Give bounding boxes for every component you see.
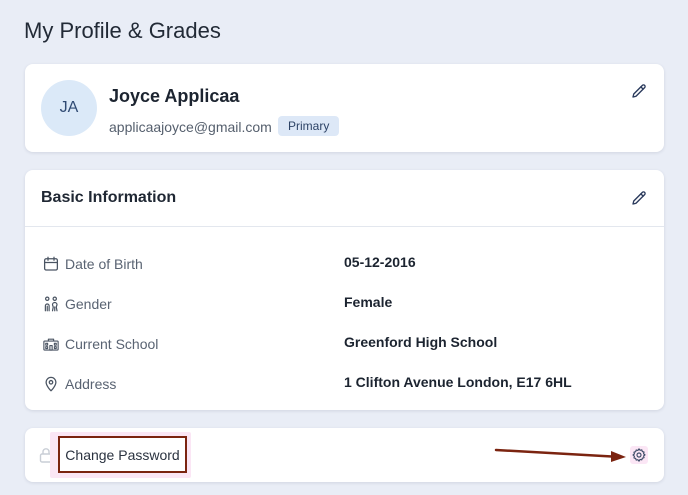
gender-label: Gender <box>65 296 112 312</box>
school-icon <box>42 335 60 353</box>
gear-icon <box>632 448 646 462</box>
edit-profile-button[interactable] <box>628 80 650 102</box>
gender-value: Female <box>344 294 393 310</box>
profile-name: Joyce Applicaa <box>109 86 240 106</box>
current-school-label: Current School <box>65 336 159 352</box>
basic-info-header: Basic Information <box>25 170 664 227</box>
date-of-birth-label: Date of Birth <box>65 256 143 272</box>
info-row-address: Address 1 Clifton Avenue London, E17 6HL <box>25 374 664 398</box>
avatar: JA <box>41 80 97 136</box>
info-row-current-school: Current School Greenford High School <box>25 334 664 358</box>
profile-card: JA Joyce Applicaa applicaajoyce@gmail.co… <box>25 64 664 152</box>
change-password-button[interactable]: Change Password <box>58 436 187 473</box>
location-pin-icon <box>42 375 60 393</box>
date-of-birth-value: 05-12-2016 <box>344 254 416 270</box>
password-card: Change Password <box>25 428 664 482</box>
primary-badge: Primary <box>278 116 340 136</box>
info-row-date-of-birth: Date of Birth 05-12-2016 <box>25 254 664 278</box>
pencil-icon <box>632 84 646 98</box>
address-label: Address <box>65 376 117 392</box>
info-row-gender: Gender Female <box>25 294 664 318</box>
profile-email: applicaajoyce@gmail.com <box>109 119 272 135</box>
address-value: 1 Clifton Avenue London, E17 6HL <box>344 374 572 390</box>
page-title: My Profile & Grades <box>24 18 221 43</box>
basic-info-card: Basic Information Date of Birth 05-12-20… <box>25 170 664 410</box>
calendar-icon <box>42 255 60 273</box>
basic-info-title: Basic Information <box>41 189 177 206</box>
pencil-icon <box>632 191 646 205</box>
edit-basic-info-button[interactable] <box>628 187 650 209</box>
settings-button[interactable] <box>630 446 648 464</box>
people-icon <box>42 295 60 313</box>
current-school-value: Greenford High School <box>344 334 498 350</box>
